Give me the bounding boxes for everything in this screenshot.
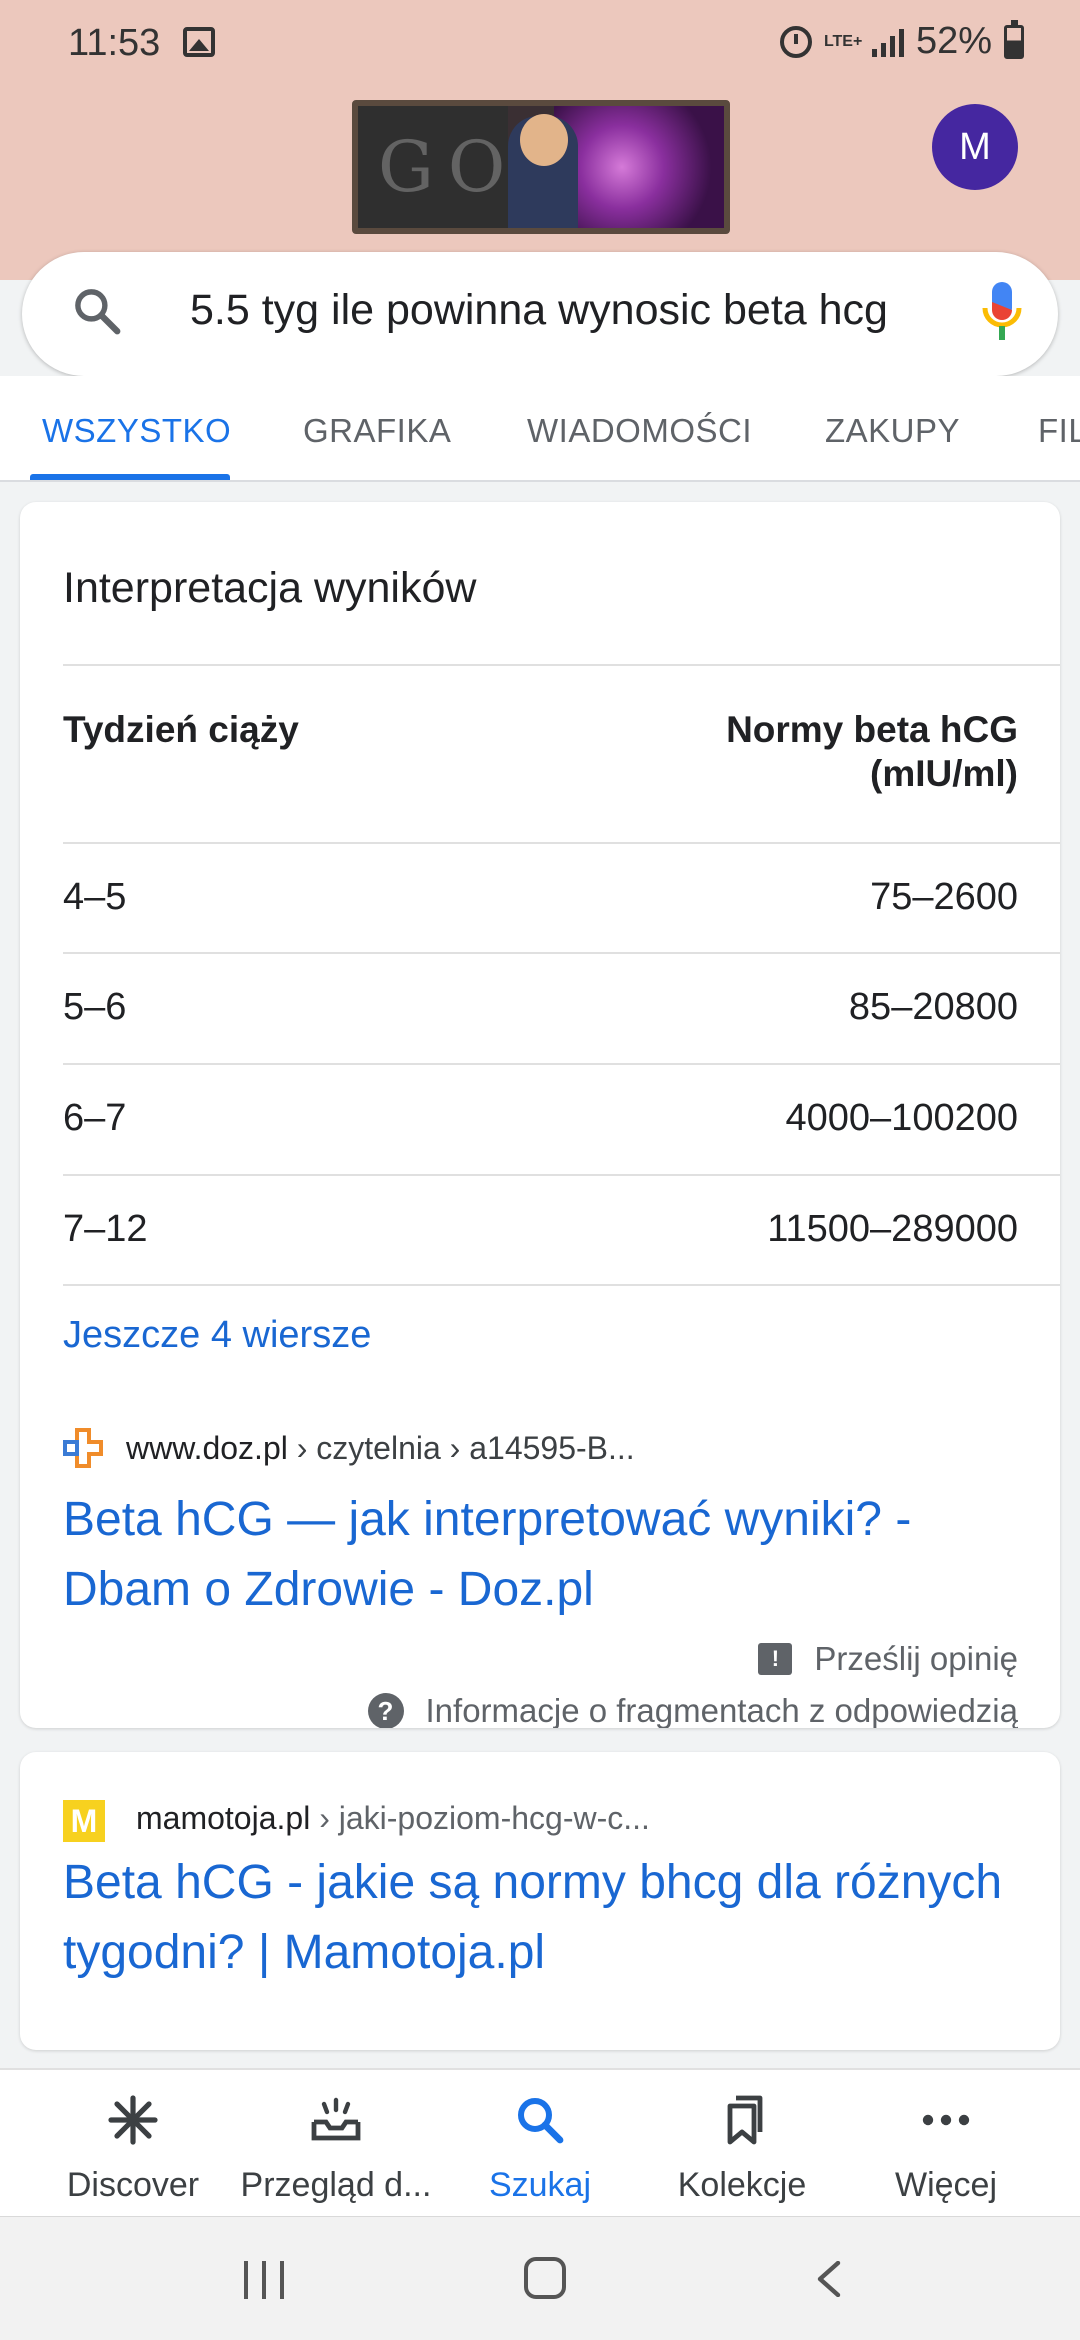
home-button[interactable] [524, 2257, 566, 2299]
result-title-link[interactable]: Beta hCG - jakie są normy bhcg dla różny… [63, 1848, 1023, 1988]
status-icons: LTE+ 52% [779, 19, 1024, 63]
table-cell-value: 4000–100200 [785, 1097, 1018, 1139]
mamotoja-favicon-icon: M [63, 1800, 105, 1842]
image-notification-icon [183, 27, 215, 57]
result-title-link[interactable]: Beta hCG — jak interpretować wyniki? - D… [63, 1485, 1023, 1625]
nav-more-label: Więcej [894, 2166, 998, 2204]
table-cell-week: 4–5 [63, 876, 127, 918]
tab-images[interactable]: GRAFIKA [303, 412, 451, 450]
table-cell-week: 6–7 [63, 1097, 127, 1139]
bottom-navigation: Discover Przegląd d... Szukaj Kolekcje W… [0, 2068, 1080, 2216]
search-result-card: M mamotoja.pl › jaki-poziom-hcg-w-c... B… [20, 1752, 1060, 2050]
nav-more[interactable]: Więcej [846, 2070, 1046, 2218]
lte-indicator: LTE+ [823, 32, 863, 50]
nav-collections-label: Kolekcje [677, 2166, 807, 2204]
battery-icon [1004, 19, 1024, 59]
back-button[interactable] [814, 2261, 844, 2297]
nav-discover[interactable]: Discover [33, 2070, 233, 2218]
doz-favicon-icon [63, 1428, 103, 1468]
featured-snippet-card: Interpretacja wyników Tydzień ciąży Norm… [20, 502, 1060, 1728]
result-domain: mamotoja.pl [136, 1800, 311, 1836]
table-cell-value: 85–20800 [848, 986, 1018, 1028]
doodle-face [520, 114, 568, 166]
tab-all[interactable]: WSZYSTKO [42, 412, 231, 450]
feedback-button[interactable]: ! Prześlij opinię [758, 1640, 1018, 1678]
active-tab-indicator [30, 474, 230, 480]
search-icon[interactable] [70, 284, 124, 338]
table-cell-week: 7–12 [63, 1208, 148, 1250]
asterisk-icon [108, 2095, 158, 2145]
table-cell-value: 11500–289000 [767, 1208, 1018, 1250]
feedback-icon: ! [758, 1643, 793, 1675]
alarm-icon [779, 25, 812, 58]
search-bar[interactable]: 5.5 tyg ile powinna wynosic beta hcg [22, 252, 1058, 376]
search-tabs: WSZYSTKO GRAFIKA WIADOMOŚCI ZAKUPY FIL [0, 376, 1080, 482]
divider [63, 1284, 1060, 1286]
table-header-norms: Normy beta hCG (mIU/ml) [726, 708, 1018, 796]
result-breadcrumb: › jaki-poziom-hcg-w-c... [310, 1800, 650, 1836]
tab-films[interactable]: FIL [1038, 412, 1080, 450]
nav-updates[interactable]: Przegląd d... [236, 2070, 436, 2218]
nav-collections[interactable]: Kolekcje [642, 2070, 842, 2218]
result-url[interactable]: mamotoja.pl › jaki-poziom-hcg-w-c... [136, 1800, 650, 1837]
battery-percentage: 52% [915, 20, 992, 62]
result-url[interactable]: www.doz.pl › czytelnia › a14595-B... [126, 1430, 635, 1467]
table-header-norms-line1: Normy beta hCG [726, 709, 1018, 750]
tab-shopping[interactable]: ZAKUPY [825, 412, 960, 450]
table-header-week: Tydzień ciąży [63, 709, 299, 750]
account-avatar[interactable]: M [932, 104, 1018, 190]
more-dots-icon [922, 2114, 970, 2126]
inbox-tray-icon [311, 2097, 361, 2141]
divider [63, 1063, 1060, 1065]
tab-news[interactable]: WIADOMOŚCI [527, 412, 752, 450]
result-domain: www.doz.pl [126, 1430, 288, 1466]
table-header-norms-unit: (mIU/ml) [870, 753, 1018, 794]
recents-button[interactable] [244, 2261, 284, 2299]
status-bar: 11:53 LTE+ 52% [0, 0, 1080, 86]
doodle-fractal [554, 106, 724, 228]
divider [63, 952, 1060, 954]
status-time: 11:53 [68, 22, 161, 64]
divider [63, 664, 1060, 666]
about-snippets-label: Informacje o fragmentach z odpowiedzią [425, 1692, 1019, 1728]
divider [63, 842, 1060, 844]
more-rows-link[interactable]: Jeszcze 4 wiersze [63, 1314, 371, 1357]
result-breadcrumb: › czytelnia › a14595-B... [287, 1430, 635, 1466]
system-navigation-bar [0, 2216, 1080, 2340]
table-cell-week: 5–6 [63, 986, 127, 1028]
microphone-icon[interactable] [982, 282, 1022, 344]
bookmarks-icon [727, 2095, 763, 2145]
divider [63, 1174, 1060, 1176]
feedback-label: Prześlij opinię [814, 1640, 1018, 1677]
signal-icon [871, 27, 904, 57]
nav-search-label: Szukaj [488, 2166, 592, 2204]
search-input[interactable]: 5.5 tyg ile powinna wynosic beta hcg [190, 286, 926, 335]
help-icon: ? [367, 1693, 404, 1728]
nav-updates-label: Przegląd d... [240, 2166, 432, 2204]
about-snippets-link[interactable]: ? Informacje o fragmentach z odpowiedzią [367, 1692, 1019, 1728]
table-cell-value: 75–2600 [870, 876, 1018, 918]
search-icon [518, 2098, 564, 2144]
nav-discover-label: Discover [66, 2166, 200, 2204]
google-doodle[interactable]: GOOGLE [352, 100, 730, 234]
snippet-title: Interpretacja wyników [63, 564, 477, 612]
nav-search[interactable]: Szukaj [440, 2070, 640, 2218]
